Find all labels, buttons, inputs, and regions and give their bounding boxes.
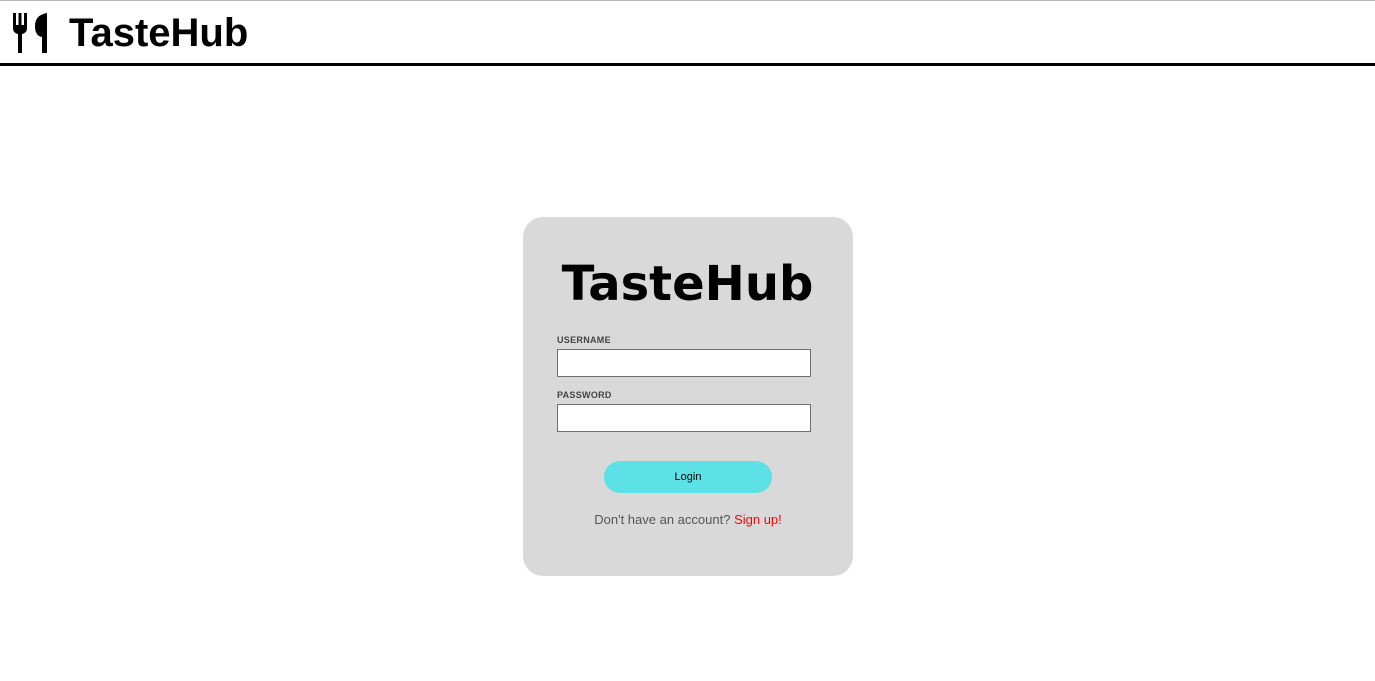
password-input[interactable] xyxy=(557,404,811,432)
signup-line: Don't have an account? Sign up! xyxy=(523,512,853,527)
login-button[interactable]: Login xyxy=(604,461,772,493)
brand[interactable]: TasteHub xyxy=(11,11,248,55)
username-label: USERNAME xyxy=(557,335,611,345)
signup-prompt: Don't have an account? xyxy=(594,512,731,527)
app-title: TasteHub xyxy=(69,11,249,55)
fork-knife-icon xyxy=(11,11,51,55)
username-input[interactable] xyxy=(557,349,811,377)
top-navbar: TasteHub xyxy=(0,0,1375,66)
password-label: PASSWORD xyxy=(557,390,612,400)
signup-link[interactable]: Sign up! xyxy=(734,512,782,527)
login-card-title: TasteHub xyxy=(561,256,814,312)
